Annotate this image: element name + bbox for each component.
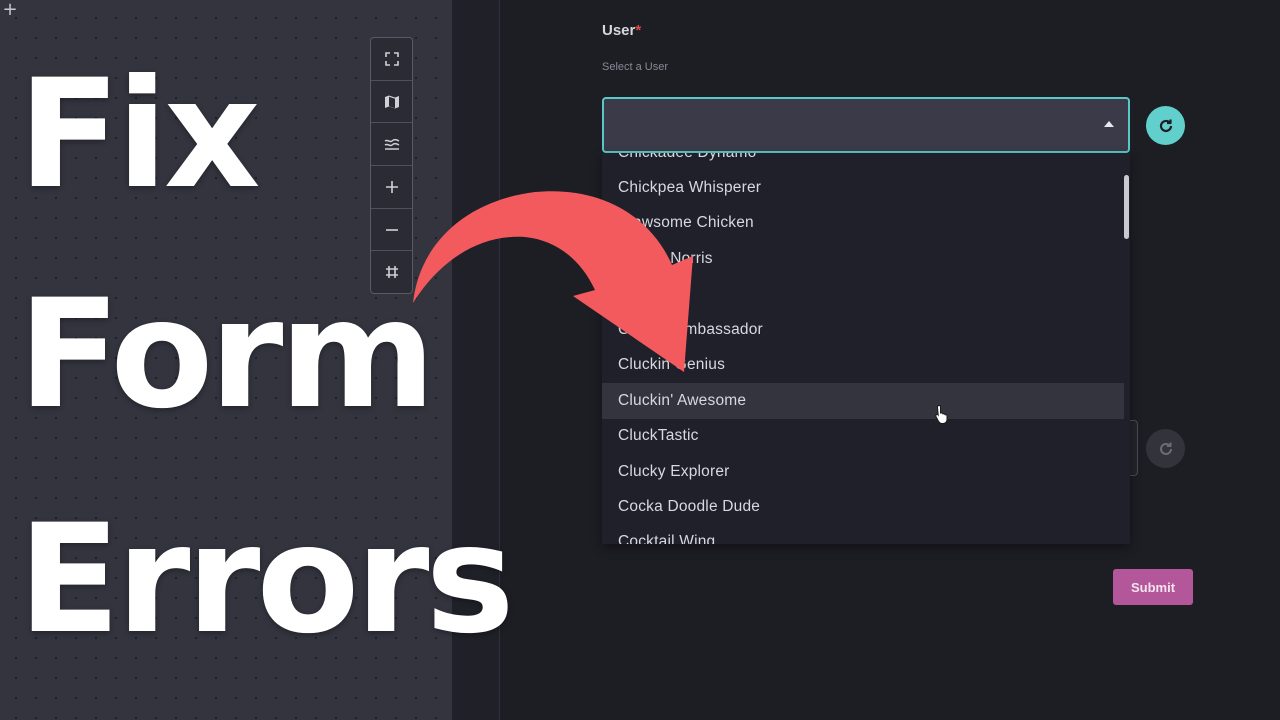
dropdown-option[interactable]: Chickpea Whisperer	[602, 170, 1124, 206]
dropdown-option[interactable]: Cluckin Genius	[602, 347, 1124, 383]
user-dropdown-list[interactable]: Chickadee Dynamo Chickpea Whisperer Claw…	[602, 153, 1130, 544]
user-field-label: User*	[602, 22, 641, 39]
dropdown-option[interactable]: Clawsome Chicken	[602, 205, 1124, 241]
dropdown-option[interactable]	[602, 276, 1124, 312]
refresh-users-button[interactable]	[1146, 106, 1185, 145]
refresh-secondary-button[interactable]	[1146, 429, 1185, 468]
required-mark: *	[635, 22, 642, 39]
dropdown-option-hovered[interactable]: Cluckin' Awesome	[602, 383, 1124, 419]
user-label-text: User	[602, 22, 636, 39]
title-line-2: Form	[18, 268, 436, 442]
zoom-out-icon[interactable]	[371, 209, 412, 252]
fullscreen-icon[interactable]	[371, 38, 412, 81]
dropdown-option[interactable]: Chickadee Dynamo	[602, 153, 1124, 171]
dropdown-option[interactable]: Clucky Norris	[602, 241, 1124, 277]
caret-up-icon[interactable]	[1104, 121, 1114, 127]
title-line-3: Errors	[18, 493, 515, 667]
user-field-hint: Select a User	[602, 61, 669, 73]
layers-icon[interactable]	[371, 123, 412, 167]
dropdown-option[interactable]: Cocka Doodle Dude	[602, 489, 1124, 525]
dropdown-option[interactable]: Cluckin Ambassador	[602, 312, 1124, 348]
zoom-in-icon[interactable]	[371, 166, 412, 209]
dropdown-option[interactable]: Clucky Explorer	[602, 454, 1124, 490]
hand-cursor-icon	[935, 404, 948, 424]
plus-icon[interactable]: +	[2, 1, 18, 19]
map-icon[interactable]	[371, 81, 412, 124]
submit-button[interactable]: Submit	[1113, 569, 1193, 605]
title-line-1: Fix	[18, 48, 261, 222]
refresh-icon	[1159, 442, 1172, 455]
user-select[interactable]	[602, 97, 1130, 153]
canvas-toolbar	[370, 37, 413, 294]
dropdown-scrollbar[interactable]	[1124, 175, 1129, 239]
dropdown-option[interactable]: Cocktail Wing	[602, 524, 1124, 544]
refresh-icon	[1159, 119, 1172, 132]
dropdown-option[interactable]: CluckTastic	[602, 418, 1124, 454]
